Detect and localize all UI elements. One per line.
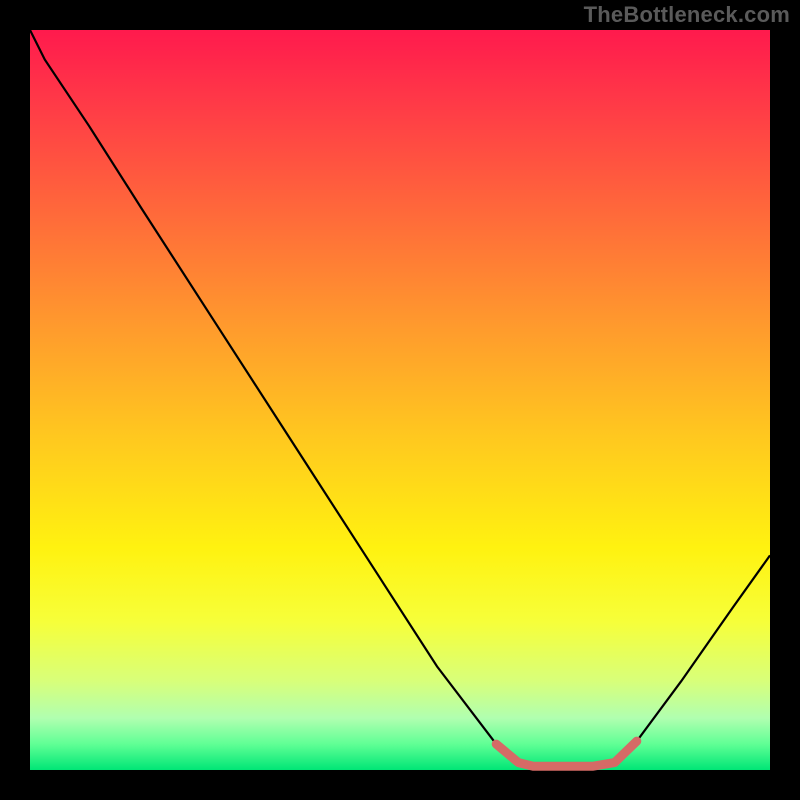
bottleneck-chart xyxy=(0,0,800,800)
gradient-background xyxy=(30,30,770,770)
watermark-label: TheBottleneck.com xyxy=(584,2,790,28)
chart-container: TheBottleneck.com xyxy=(0,0,800,800)
